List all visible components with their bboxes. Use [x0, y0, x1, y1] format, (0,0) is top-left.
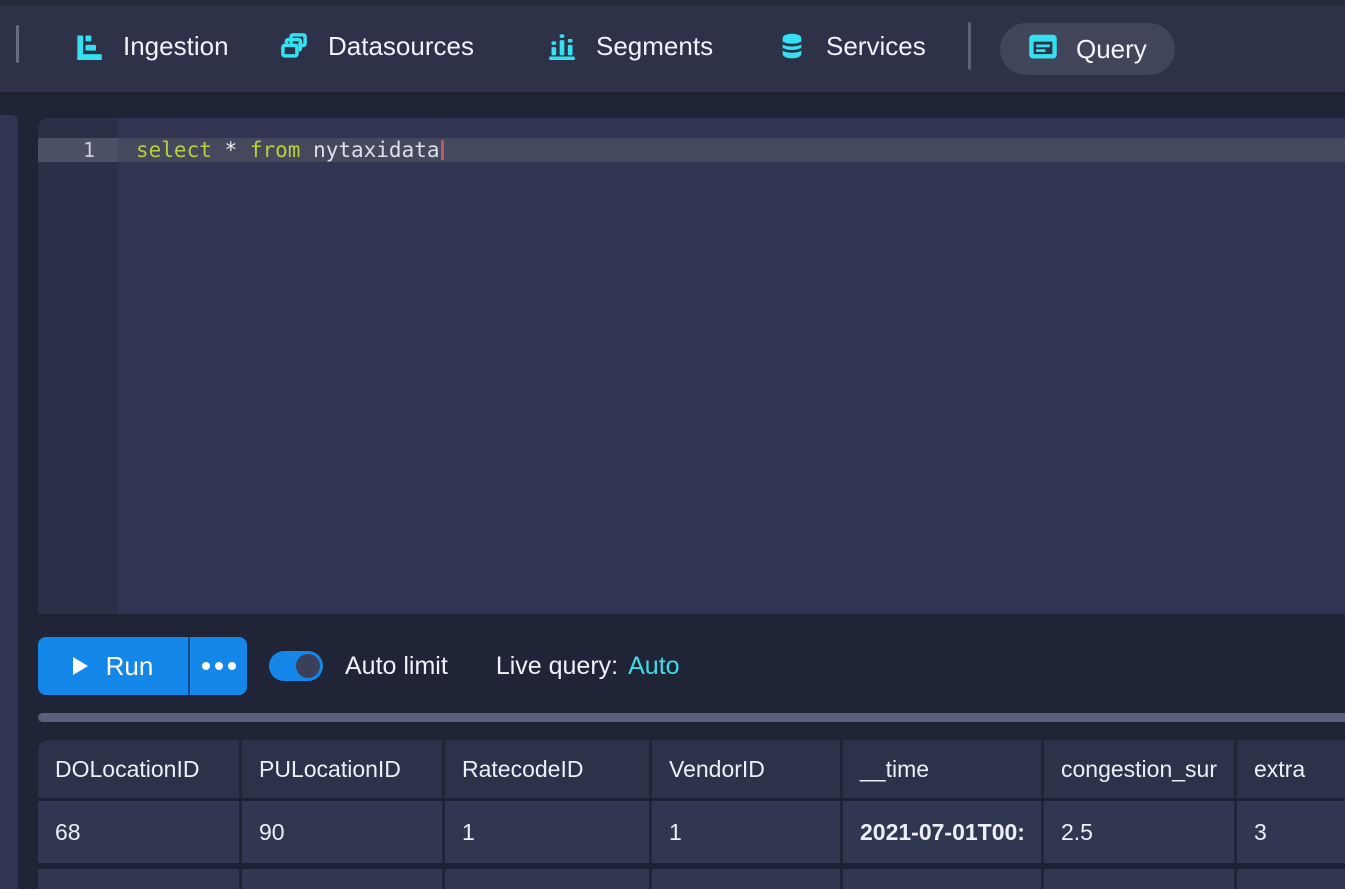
live-query-label: Live query:	[496, 652, 618, 681]
editor-line-number-gutter: 1	[38, 118, 118, 614]
header-cell-vendorid[interactable]: VendorID	[652, 740, 843, 798]
header-cell-dolocationid[interactable]: DOLocationID	[38, 740, 242, 798]
query-run-bar: Run Auto limit Live query: Auto	[38, 637, 680, 695]
sql-token-plain-bright: *	[225, 138, 238, 162]
sql-token-plain	[300, 138, 313, 162]
nav-item-label: Segments	[596, 31, 713, 62]
navbar-left-divider	[16, 25, 19, 63]
nav-item-services[interactable]: Services	[778, 0, 926, 92]
table-cell[interactable]: 68	[38, 801, 242, 863]
nav-item-label: Ingestion	[123, 31, 229, 62]
table-cell[interactable]	[1044, 869, 1237, 889]
table-row	[38, 869, 1345, 889]
nav-item-datasources[interactable]: Datasources	[280, 0, 474, 92]
top-navbar: Ingestion Datasources	[0, 0, 1345, 95]
sql-token-keyword: select	[136, 138, 212, 162]
datasources-stack-icon	[280, 32, 308, 60]
table-cell[interactable]	[652, 869, 843, 889]
auto-limit-toggle[interactable]	[269, 651, 323, 681]
table-cell[interactable]	[242, 869, 445, 889]
play-icon	[73, 657, 88, 675]
text-cursor	[441, 140, 444, 160]
header-cell--time[interactable]: __time	[843, 740, 1044, 798]
sql-editor[interactable]: 1 select * from nytaxidata	[38, 118, 1345, 614]
results-header-row: DOLocationIDPULocationIDRatecodeIDVendor…	[38, 740, 1345, 801]
live-query-mode-button[interactable]: Auto	[628, 652, 679, 681]
live-query-control: Live query: Auto	[496, 652, 680, 681]
header-cell-pulocationid[interactable]: PULocationID	[242, 740, 445, 798]
collapsed-side-panel[interactable]	[0, 115, 18, 889]
query-console-icon	[1028, 31, 1058, 68]
table-cell[interactable]	[1237, 869, 1345, 889]
header-cell-ratecodeid[interactable]: RatecodeID	[445, 740, 652, 798]
database-icon	[778, 32, 806, 60]
table-cell[interactable]: 90	[242, 801, 445, 863]
nav-item-label: Query	[1076, 34, 1147, 65]
navbar-section-divider	[968, 22, 971, 70]
query-results-table: DOLocationIDPULocationIDRatecodeIDVendor…	[38, 740, 1345, 889]
run-more-options-button[interactable]	[188, 637, 247, 695]
toggle-knob	[296, 654, 320, 678]
auto-limit-label: Auto limit	[345, 652, 448, 681]
table-cell[interactable]: 2021-07-01T00:	[843, 801, 1044, 863]
table-cell[interactable]: 1	[445, 801, 652, 863]
run-button-label: Run	[106, 651, 154, 682]
sql-code-line[interactable]: select * from nytaxidata	[136, 138, 444, 162]
run-button[interactable]: Run	[38, 637, 188, 695]
table-cell[interactable]	[843, 869, 1044, 889]
nav-item-segments[interactable]: Segments	[548, 0, 713, 92]
table-row: 6890112021-07-01T00:2.53	[38, 801, 1345, 869]
ellipsis-icon	[228, 662, 236, 670]
table-cell[interactable]	[445, 869, 652, 889]
nav-item-ingestion[interactable]: Ingestion	[75, 0, 229, 92]
horizontal-scrollbar[interactable]	[38, 713, 1345, 722]
sql-token-plain	[212, 138, 225, 162]
table-cell[interactable]: 2.5	[1044, 801, 1237, 863]
nav-item-label: Services	[826, 31, 926, 62]
sql-token-keyword: from	[250, 138, 301, 162]
table-cell[interactable]	[38, 869, 242, 889]
nav-item-query-active[interactable]: Query	[1000, 23, 1175, 75]
ellipsis-icon	[202, 662, 210, 670]
table-cell[interactable]: 1	[652, 801, 843, 863]
ellipsis-icon	[215, 662, 223, 670]
active-line-number: 1	[38, 138, 118, 162]
results-body: 6890112021-07-01T00:2.53	[38, 801, 1345, 889]
table-cell[interactable]: 3	[1237, 801, 1345, 863]
header-cell-congestion-sur[interactable]: congestion_sur	[1044, 740, 1237, 798]
sql-token-identifier: nytaxidata	[313, 138, 439, 162]
sql-token-plain	[237, 138, 250, 162]
segments-bars-icon	[548, 32, 576, 60]
header-cell-extra[interactable]: extra	[1237, 740, 1345, 798]
ingestion-chart-icon	[75, 32, 103, 60]
nav-item-label: Datasources	[328, 31, 474, 62]
